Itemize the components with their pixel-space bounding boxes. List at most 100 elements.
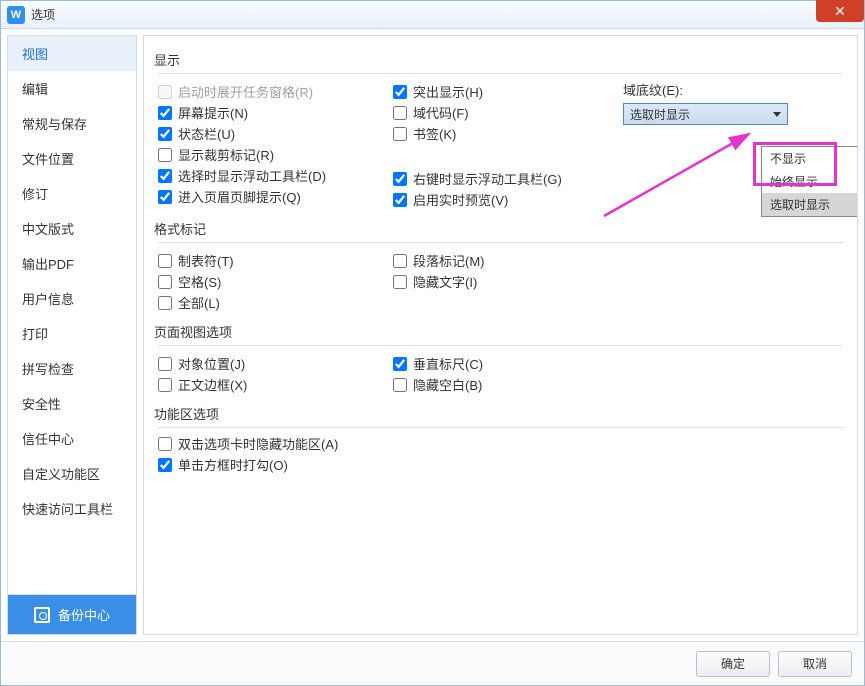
display-left-5[interactable]: 进入页眉页脚提示(Q) [158,187,393,206]
display-mid-0-label: 突出显示(H) [413,82,483,101]
display-left-3[interactable]: 显示裁剪标记(R) [158,145,393,164]
display-left-4[interactable]: 选择时显示浮动工具栏(D) [158,166,393,185]
sidebar-item-1[interactable]: 编辑 [8,71,136,106]
display-mid-4-label: 右键时显示浮动工具栏(G) [413,169,562,188]
sidebar-item-3[interactable]: 文件位置 [8,141,136,176]
sidebar-item-5[interactable]: 中文版式 [8,211,136,246]
sidebar-item-4[interactable]: 修订 [8,176,136,211]
page-mid-1[interactable]: 隐藏空白(B) [393,375,623,394]
display-mid-1[interactable]: 域代码(F) [393,103,623,122]
section-title-ribbon: 功能区选项 [154,404,843,423]
display-left-2[interactable]: 状态栏(U) [158,124,393,143]
sidebar-item-6[interactable]: 输出PDF [8,246,136,281]
display-left-2-checkbox[interactable] [158,127,172,141]
disk-icon [34,607,50,623]
display-mid-1-checkbox[interactable] [393,106,407,120]
format-mid-0-checkbox[interactable] [393,254,407,268]
page-mid-1-checkbox[interactable] [393,378,407,392]
display-left-3-label: 显示裁剪标记(R) [178,145,274,164]
cancel-button[interactable]: 取消 [778,651,852,677]
display-left-0-checkbox [158,85,172,99]
sidebar-item-7[interactable]: 用户信息 [8,281,136,316]
display-mid-5-checkbox[interactable] [393,193,407,207]
display-left-2-label: 状态栏(U) [178,124,235,143]
page-left-1-label: 正文边框(X) [178,375,247,394]
page-mid-0-label: 垂直标尺(C) [413,354,483,373]
display-left-4-checkbox[interactable] [158,169,172,183]
display-left-1[interactable]: 屏幕提示(N) [158,103,393,122]
sidebar-item-13[interactable]: 快速访问工具栏 [8,491,136,526]
ribbon-1[interactable]: 单击方框时打勾(O) [158,455,843,474]
page-left-0[interactable]: 对象位置(J) [158,354,393,373]
close-button[interactable]: ✕ [816,0,864,22]
display-left-5-checkbox[interactable] [158,190,172,204]
format-left-0-label: 制表符(T) [178,251,234,270]
content-pane: 显示 启动时展开任务窗格(R) 屏幕提示(N) 状态栏(U) 显示裁剪标记(R) 选择时… [143,35,858,635]
ok-button[interactable]: 确定 [696,651,770,677]
sidebar-item-8[interactable]: 打印 [8,316,136,351]
sidebar-item-11[interactable]: 信任中心 [8,421,136,456]
section-title-display: 显示 [154,50,843,69]
format-left-2[interactable]: 全部(L) [158,293,393,312]
display-mid-2-checkbox[interactable] [393,127,407,141]
display-mid-5[interactable]: 启用实时预览(V) [393,190,623,209]
display-mid-4[interactable]: 右键时显示浮动工具栏(G) [393,169,623,188]
format-left-1-checkbox[interactable] [158,275,172,289]
page-mid-0[interactable]: 垂直标尺(C) [393,354,623,373]
display-mid-4-checkbox[interactable] [393,172,407,186]
field-shading-option-2[interactable]: 选取时显示 [762,193,858,216]
format-left-2-label: 全部(L) [178,293,220,312]
display-mid-0[interactable]: 突出显示(H) [393,82,623,101]
format-mid-1[interactable]: 隐藏文字(I) [393,272,623,291]
field-shading-options[interactable]: 不显示始终显示选取时显示 [761,146,858,217]
display-left-0: 启动时展开任务窗格(R) [158,82,393,101]
page-mid-0-checkbox[interactable] [393,357,407,371]
display-mid-5-label: 启用实时预览(V) [413,190,508,209]
sidebar-item-2[interactable]: 常规与保存 [8,106,136,141]
display-left-1-checkbox[interactable] [158,106,172,120]
display-mid-0-checkbox[interactable] [393,85,407,99]
field-shading-option-0[interactable]: 不显示 [762,147,858,170]
page-mid-1-label: 隐藏空白(B) [413,375,482,394]
format-left-0-checkbox[interactable] [158,254,172,268]
format-left-1[interactable]: 空格(S) [158,272,393,291]
format-mid-0-label: 段落标记(M) [413,251,485,270]
window-title: 选项 [31,6,55,23]
sidebar-item-9[interactable]: 拼写检查 [8,351,136,386]
sidebar-item-12[interactable]: 自定义功能区 [8,456,136,491]
display-left-5-label: 进入页眉页脚提示(Q) [178,187,301,206]
format-mid-1-label: 隐藏文字(I) [413,272,477,291]
ribbon-0[interactable]: 双击选项卡时隐藏功能区(A) [158,434,843,453]
sidebar-item-10[interactable]: 安全性 [8,386,136,421]
page-left-1[interactable]: 正文边框(X) [158,375,393,394]
field-shading-dropdown[interactable]: 选取时显示 [623,103,788,125]
backup-center-button[interactable]: 备份中心 [8,594,136,634]
sidebar: 视图编辑常规与保存文件位置修订中文版式输出PDF用户信息打印拼写检查安全性信任中… [7,35,137,635]
section-title-format: 格式标记 [154,219,843,238]
app-icon: W [7,6,25,24]
ribbon-1-checkbox[interactable] [158,458,172,472]
sidebar-item-0[interactable]: 视图 [8,36,136,71]
format-left-1-label: 空格(S) [178,272,221,291]
page-left-0-checkbox[interactable] [158,357,172,371]
page-left-1-checkbox[interactable] [158,378,172,392]
format-left-0[interactable]: 制表符(T) [158,251,393,270]
format-left-2-checkbox[interactable] [158,296,172,310]
ribbon-0-label: 双击选项卡时隐藏功能区(A) [178,434,338,453]
format-mid-0[interactable]: 段落标记(M) [393,251,623,270]
ribbon-0-checkbox[interactable] [158,437,172,451]
display-left-0-label: 启动时展开任务窗格(R) [178,82,313,101]
field-shading-label: 域底纹(E): [623,80,843,99]
display-left-3-checkbox[interactable] [158,148,172,162]
page-left-0-label: 对象位置(J) [178,354,245,373]
format-mid-1-checkbox[interactable] [393,275,407,289]
field-shading-value: 选取时显示 [630,106,690,123]
display-mid-2-label: 书签(K) [413,124,456,143]
section-title-page: 页面视图选项 [154,322,843,341]
display-left-1-label: 屏幕提示(N) [178,103,248,122]
ribbon-1-label: 单击方框时打勾(O) [178,455,288,474]
field-shading-option-1[interactable]: 始终显示 [762,170,858,193]
display-left-4-label: 选择时显示浮动工具栏(D) [178,166,326,185]
display-mid-2[interactable]: 书签(K) [393,124,623,143]
display-mid-1-label: 域代码(F) [413,103,469,122]
